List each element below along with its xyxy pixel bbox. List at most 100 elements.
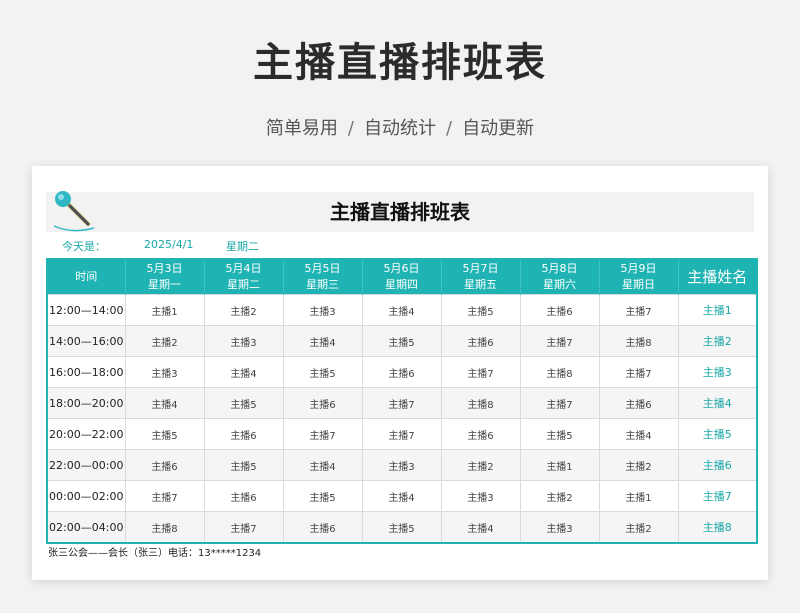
time-slot-cell: 00:00—02:00 <box>46 480 126 512</box>
schedule-cell[interactable]: 主播6 <box>282 387 363 419</box>
schedule-cell[interactable]: 主播7 <box>519 387 600 419</box>
schedule-cell[interactable]: 主播3 <box>519 511 600 544</box>
subtitle: 简单易用 / 自动统计 / 自动更新 <box>0 114 800 140</box>
time-slot-cell: 22:00—00:00 <box>46 449 126 481</box>
schedule-cell[interactable]: 主播6 <box>203 480 284 512</box>
schedule-cell[interactable]: 主播4 <box>361 294 442 326</box>
schedule-cell[interactable]: 主播7 <box>440 356 521 388</box>
schedule-cell[interactable]: 主播4 <box>361 480 442 512</box>
schedule-cell[interactable]: 主播4 <box>282 325 363 357</box>
table-row: 18:00—20:00 主播4 主播5 主播6 主播7 主播8 主播7 主播6 主播4 <box>46 387 758 419</box>
day-date: 5月8日 <box>541 262 578 275</box>
schedule-cell[interactable]: 主播6 <box>203 418 284 450</box>
schedule-cell[interactable]: 主播5 <box>519 418 600 450</box>
sheet-title: 主播直播排班表 <box>330 200 470 224</box>
today-weekday: 星期二 <box>226 240 259 253</box>
schedule-cell[interactable]: 主播7 <box>361 387 442 419</box>
schedule-cell[interactable]: 主播2 <box>598 511 679 544</box>
schedule-cell[interactable]: 主播5 <box>440 294 521 326</box>
schedule-cell[interactable]: 主播6 <box>598 387 679 419</box>
schedule-cell[interactable]: 主播8 <box>598 325 679 357</box>
day-header: 5月8日星期六 <box>519 259 599 295</box>
table-row: 22:00—00:00 主播6 主播5 主播4 主播3 主播2 主播1 主播2 主播6 <box>46 449 758 481</box>
day-weekday: 星期三 <box>306 278 339 291</box>
schedule-table: 时间 5月3日 星期一 5月4日 星期二 5月5日 星期三 5月6日 星期四 5月7日星… <box>46 258 758 544</box>
host-name-cell[interactable]: 主播1 <box>677 294 758 326</box>
schedule-cell[interactable]: 主播3 <box>440 480 521 512</box>
schedule-cell[interactable]: 主播2 <box>519 480 600 512</box>
schedule-cell[interactable]: 主播4 <box>282 449 363 481</box>
subtitle-item: 自动统计 <box>364 118 436 139</box>
day-date: 5月4日 <box>225 262 262 275</box>
schedule-body: 12:00—14:00 主播1 主播2 主播3 主播4 主播5 主播6 主播7 主播1 14:00… <box>46 294 758 544</box>
host-name-cell[interactable]: 主播3 <box>677 356 758 388</box>
schedule-cell[interactable]: 主播5 <box>282 480 363 512</box>
schedule-cell[interactable]: 主播5 <box>203 449 284 481</box>
time-slot-cell: 20:00—22:00 <box>46 418 126 450</box>
schedule-cell[interactable]: 主播7 <box>361 418 442 450</box>
time-header: 时间 <box>47 259 125 295</box>
schedule-cell[interactable]: 主播4 <box>124 387 205 419</box>
host-name-cell[interactable]: 主播4 <box>677 387 758 419</box>
table-row: 16:00—18:00 主播3 主播4 主播5 主播6 主播7 主播8 主播7 主播3 <box>46 356 758 388</box>
day-date: 5月9日 <box>620 262 657 275</box>
schedule-cell[interactable]: 主播8 <box>519 356 600 388</box>
sheet-banner: 主播直播排班表 <box>46 191 754 232</box>
schedule-cell[interactable]: 主播6 <box>124 449 205 481</box>
schedule-cell[interactable]: 主播2 <box>124 325 205 357</box>
schedule-cell[interactable]: 主播6 <box>440 325 521 357</box>
schedule-cell[interactable]: 主播4 <box>203 356 284 388</box>
day-weekday: 星期二 <box>227 278 260 291</box>
schedule-cell[interactable]: 主播4 <box>440 511 521 544</box>
host-name-cell[interactable]: 主播7 <box>677 480 758 512</box>
schedule-cell[interactable]: 主播3 <box>124 356 205 388</box>
host-name-cell[interactable]: 主播2 <box>677 325 758 357</box>
schedule-cell[interactable]: 主播3 <box>282 294 363 326</box>
schedule-cell[interactable]: 主播7 <box>598 356 679 388</box>
schedule-cell[interactable]: 主播5 <box>282 356 363 388</box>
host-name-cell[interactable]: 主播5 <box>677 418 758 450</box>
schedule-cell[interactable]: 主播7 <box>124 480 205 512</box>
schedule-sheet: 主播直播排班表 今天是： 2025/4/1 星期二 时间 5月3日 星期一 5月… <box>32 166 768 580</box>
schedule-cell[interactable]: 主播5 <box>124 418 205 450</box>
schedule-cell[interactable]: 主播4 <box>598 418 679 450</box>
schedule-cell[interactable]: 主播7 <box>203 511 284 544</box>
time-slot-cell: 02:00—04:00 <box>46 511 126 544</box>
schedule-cell[interactable]: 主播7 <box>519 325 600 357</box>
schedule-cell[interactable]: 主播5 <box>203 387 284 419</box>
time-slot-cell: 16:00—18:00 <box>46 356 126 388</box>
footer-contact: 张三公会——会长（张三）电话：13*****1234 <box>48 548 262 559</box>
schedule-cell[interactable]: 主播3 <box>203 325 284 357</box>
schedule-cell[interactable]: 主播2 <box>440 449 521 481</box>
schedule-cell[interactable]: 主播6 <box>519 294 600 326</box>
schedule-cell[interactable]: 主播6 <box>440 418 521 450</box>
table-row: 00:00—02:00 主播7 主播6 主播5 主播4 主播3 主播2 主播1 主播7 <box>46 480 758 512</box>
day-header: 5月5日 星期三 <box>282 259 362 295</box>
subtitle-separator: / <box>446 118 453 139</box>
day-date: 5月7日 <box>462 262 499 275</box>
header-row: 时间 5月3日 星期一 5月4日 星期二 5月5日 星期三 5月6日 星期四 5月7日星… <box>47 259 757 295</box>
page-title: 主播直播排班表 <box>253 40 547 86</box>
schedule-cell[interactable]: 主播5 <box>361 325 442 357</box>
schedule-cell[interactable]: 主播7 <box>598 294 679 326</box>
schedule-cell[interactable]: 主播1 <box>519 449 600 481</box>
day-weekday: 星期一 <box>148 278 181 291</box>
schedule-cell[interactable]: 主播5 <box>361 511 442 544</box>
schedule-cell[interactable]: 主播7 <box>282 418 363 450</box>
schedule-cell[interactable]: 主播2 <box>203 294 284 326</box>
day-header: 5月7日星期五 <box>440 259 520 295</box>
schedule-cell[interactable]: 主播6 <box>282 511 363 544</box>
host-name-cell[interactable]: 主播8 <box>677 511 758 544</box>
host-name-cell[interactable]: 主播6 <box>677 449 758 481</box>
schedule-cell[interactable]: 主播3 <box>361 449 442 481</box>
day-weekday: 星期六 <box>543 278 576 291</box>
subtitle-item: 简单易用 <box>265 118 338 139</box>
schedule-cell[interactable]: 主播1 <box>598 480 679 512</box>
schedule-cell[interactable]: 主播2 <box>598 449 679 481</box>
day-date: 5月6日 <box>383 262 420 275</box>
schedule-cell[interactable]: 主播1 <box>124 294 205 326</box>
schedule-cell[interactable]: 主播8 <box>124 511 205 544</box>
schedule-cell[interactable]: 主播8 <box>440 387 521 419</box>
day-weekday: 星期五 <box>464 278 497 291</box>
schedule-cell[interactable]: 主播6 <box>361 356 442 388</box>
